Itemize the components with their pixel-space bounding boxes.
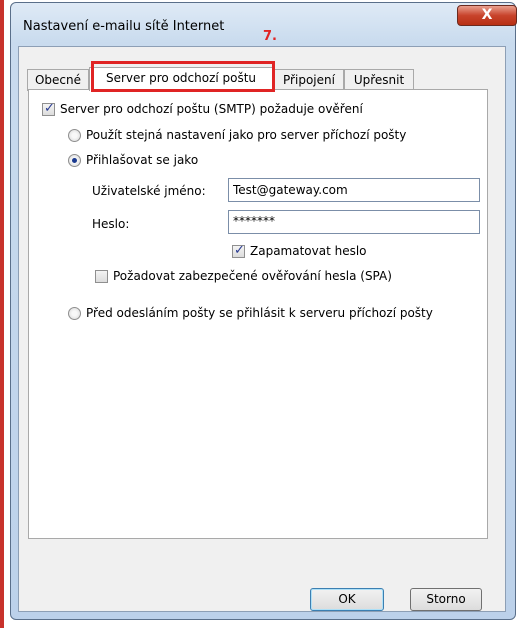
ok-button[interactable]: OK xyxy=(310,588,384,611)
radio-login-as-label: Přihlašovat se jako xyxy=(86,153,199,167)
tab-general[interactable]: Obecné xyxy=(27,69,89,91)
close-icon: X xyxy=(481,7,493,23)
username-label: Uživatelské jméno: xyxy=(92,184,206,198)
remember-password-checkbox[interactable]: ✓ xyxy=(232,243,245,258)
username-input[interactable] xyxy=(228,178,480,202)
spa-checkbox[interactable] xyxy=(95,270,108,283)
tab-highlight-box xyxy=(91,61,275,92)
smtp-auth-checkbox[interactable]: ✓ xyxy=(42,101,55,116)
radio-same-settings[interactable] xyxy=(68,129,81,142)
tab-general-label: Obecné xyxy=(34,73,82,87)
tab-advanced[interactable]: Upřesnit xyxy=(344,69,414,91)
check-icon: ✓ xyxy=(44,101,55,116)
radio-before-send-label: Před odesláním pošty se přihlásit k serv… xyxy=(86,306,433,320)
smtp-auth-label: Server pro odchozí poštu (SMTP) požaduje… xyxy=(60,102,363,116)
step-annotation: 7. xyxy=(263,29,277,44)
radio-before-send[interactable] xyxy=(68,307,81,320)
password-value: ******* xyxy=(233,214,275,228)
password-label: Heslo: xyxy=(92,217,130,231)
page-edge-bar xyxy=(0,0,4,628)
remember-password-label: Zapamatovat heslo xyxy=(250,244,367,258)
tab-connection-label: Připojení xyxy=(283,73,335,87)
password-input[interactable]: ******* xyxy=(228,210,480,234)
close-button[interactable]: X xyxy=(457,5,517,26)
dialog-title: Nastavení e-mailu sítě Internet xyxy=(23,19,225,34)
radio-selected-dot xyxy=(72,158,77,163)
check-icon: ✓ xyxy=(234,243,245,258)
spa-label: Požadovat zabezpečené ověřování hesla (S… xyxy=(113,269,392,283)
radio-login-as[interactable] xyxy=(68,154,81,167)
cancel-button[interactable]: Storno xyxy=(410,588,482,611)
radio-same-settings-label: Použít stejná nastavení jako pro server … xyxy=(86,128,407,142)
tab-connection[interactable]: Připojení xyxy=(274,69,344,91)
tab-advanced-label: Upřesnit xyxy=(353,73,405,87)
